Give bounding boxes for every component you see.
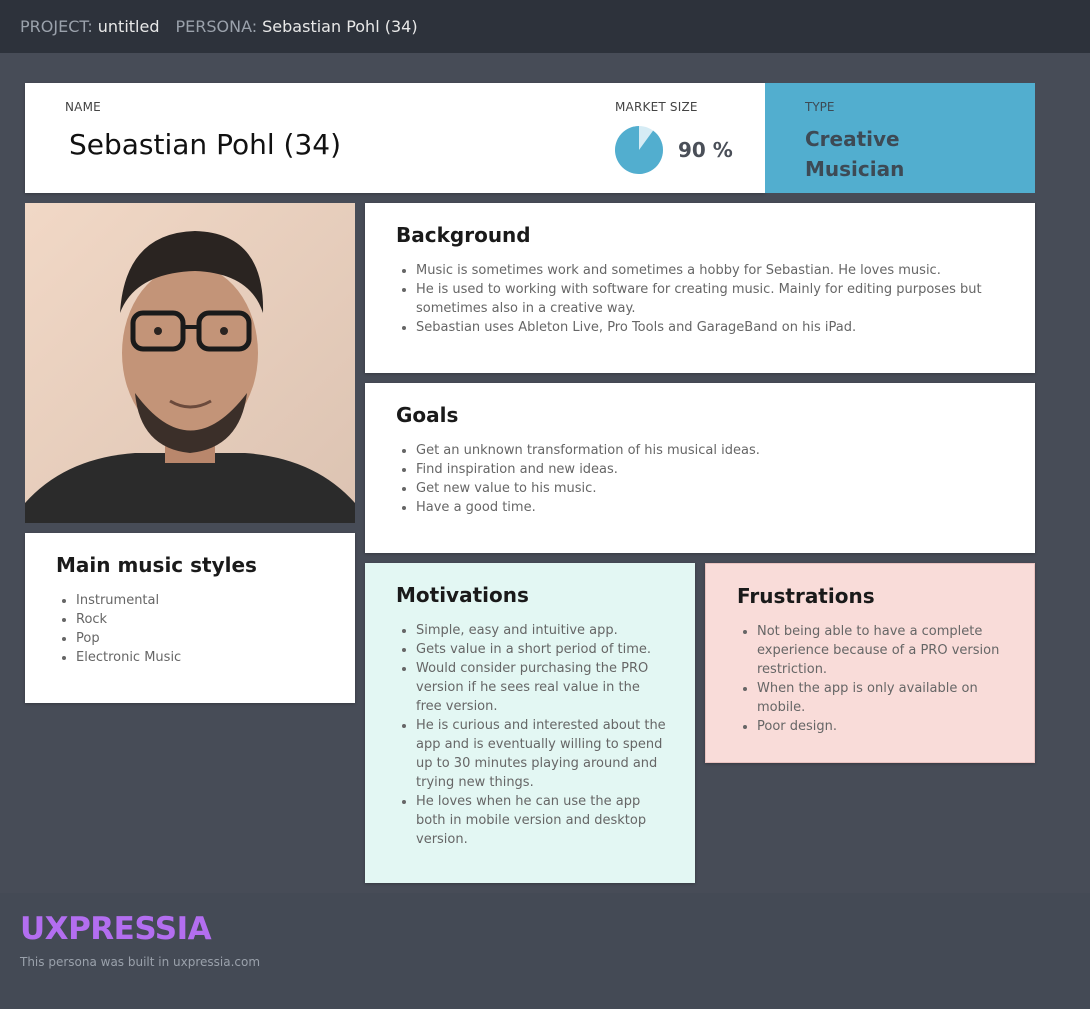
list-item[interactable]: Get an unknown transformation of his mus… <box>416 441 1005 460</box>
persona-type-card: TYPE Creative Musician <box>765 83 1035 193</box>
persona-label: PERSONA: <box>175 17 258 36</box>
goals-card: Goals Get an unknown transformation of h… <box>365 383 1035 553</box>
list-item[interactable]: Get new value to his music. <box>416 479 1005 498</box>
type-label: TYPE <box>805 100 835 114</box>
list-item[interactable]: Rock <box>76 610 335 629</box>
list-item[interactable]: When the app is only available on mobile… <box>757 679 1008 717</box>
background-title: Background <box>396 223 531 247</box>
music-styles-list: Instrumental Rock Pop Electronic Music <box>56 591 335 667</box>
background-list: Music is sometimes work and sometimes a … <box>396 261 1005 337</box>
persona-photo[interactable] <box>25 203 355 523</box>
motivations-card: Motivations Simple, easy and intuitive a… <box>365 563 695 883</box>
persona-header-card: NAME Sebastian Pohl (34) MARKET SIZE 90 … <box>25 83 765 193</box>
goals-list: Get an unknown transformation of his mus… <box>396 441 1005 517</box>
list-item[interactable]: Find inspiration and new ideas. <box>416 460 1005 479</box>
list-item[interactable]: He is used to working with software for … <box>416 280 1005 318</box>
pie-slice <box>615 126 663 174</box>
list-item[interactable]: Sebastian uses Ableton Live, Pro Tools a… <box>416 318 1005 337</box>
list-item[interactable]: Would consider purchasing the PRO versio… <box>416 659 669 716</box>
frustrations-title: Frustrations <box>737 584 875 608</box>
name-label: NAME <box>65 100 101 114</box>
music-styles-card: Main music styles Instrumental Rock Pop … <box>25 533 355 703</box>
list-item[interactable]: Gets value in a short period of time. <box>416 640 669 659</box>
persona-name[interactable]: Sebastian Pohl (34) <box>262 17 417 36</box>
uxpressia-logo[interactable]: UXPRESSIA <box>20 911 212 947</box>
motivations-list: Simple, easy and intuitive app. Gets val… <box>396 621 669 849</box>
market-size-pie-chart <box>615 126 663 174</box>
project-label: PROJECT: <box>20 17 93 36</box>
list-item[interactable]: Electronic Music <box>76 648 335 667</box>
list-item[interactable]: Pop <box>76 629 335 648</box>
frustrations-card: Frustrations Not being able to have a co… <box>705 563 1035 763</box>
list-item[interactable]: Instrumental <box>76 591 335 610</box>
market-size-label: MARKET SIZE <box>615 100 698 114</box>
list-item[interactable]: Simple, easy and intuitive app. <box>416 621 669 640</box>
portrait-image <box>25 203 355 523</box>
goals-title: Goals <box>396 403 459 427</box>
top-bar: PROJECT: untitled PERSONA: Sebastian Poh… <box>0 0 1090 53</box>
list-item[interactable]: He loves when he can use the app both in… <box>416 792 669 849</box>
list-item[interactable]: Poor design. <box>757 717 1008 736</box>
list-item[interactable]: Have a good time. <box>416 498 1005 517</box>
project-name[interactable]: untitled <box>98 17 160 36</box>
list-item[interactable]: Not being able to have a complete experi… <box>757 622 1008 679</box>
music-styles-title: Main music styles <box>56 553 257 577</box>
footer-credit[interactable]: This persona was built in uxpressia.com <box>20 955 260 969</box>
motivations-title: Motivations <box>396 583 529 607</box>
frustrations-list: Not being able to have a complete experi… <box>737 622 1008 736</box>
persona-name-value[interactable]: Sebastian Pohl (34) <box>69 128 341 161</box>
market-size-value[interactable]: 90 % <box>678 138 733 162</box>
background-card: Background Music is sometimes work and s… <box>365 203 1035 373</box>
list-item[interactable]: Music is sometimes work and sometimes a … <box>416 261 1005 280</box>
type-value[interactable]: Creative Musician <box>805 124 1005 184</box>
list-item[interactable]: He is curious and interested about the a… <box>416 716 669 792</box>
